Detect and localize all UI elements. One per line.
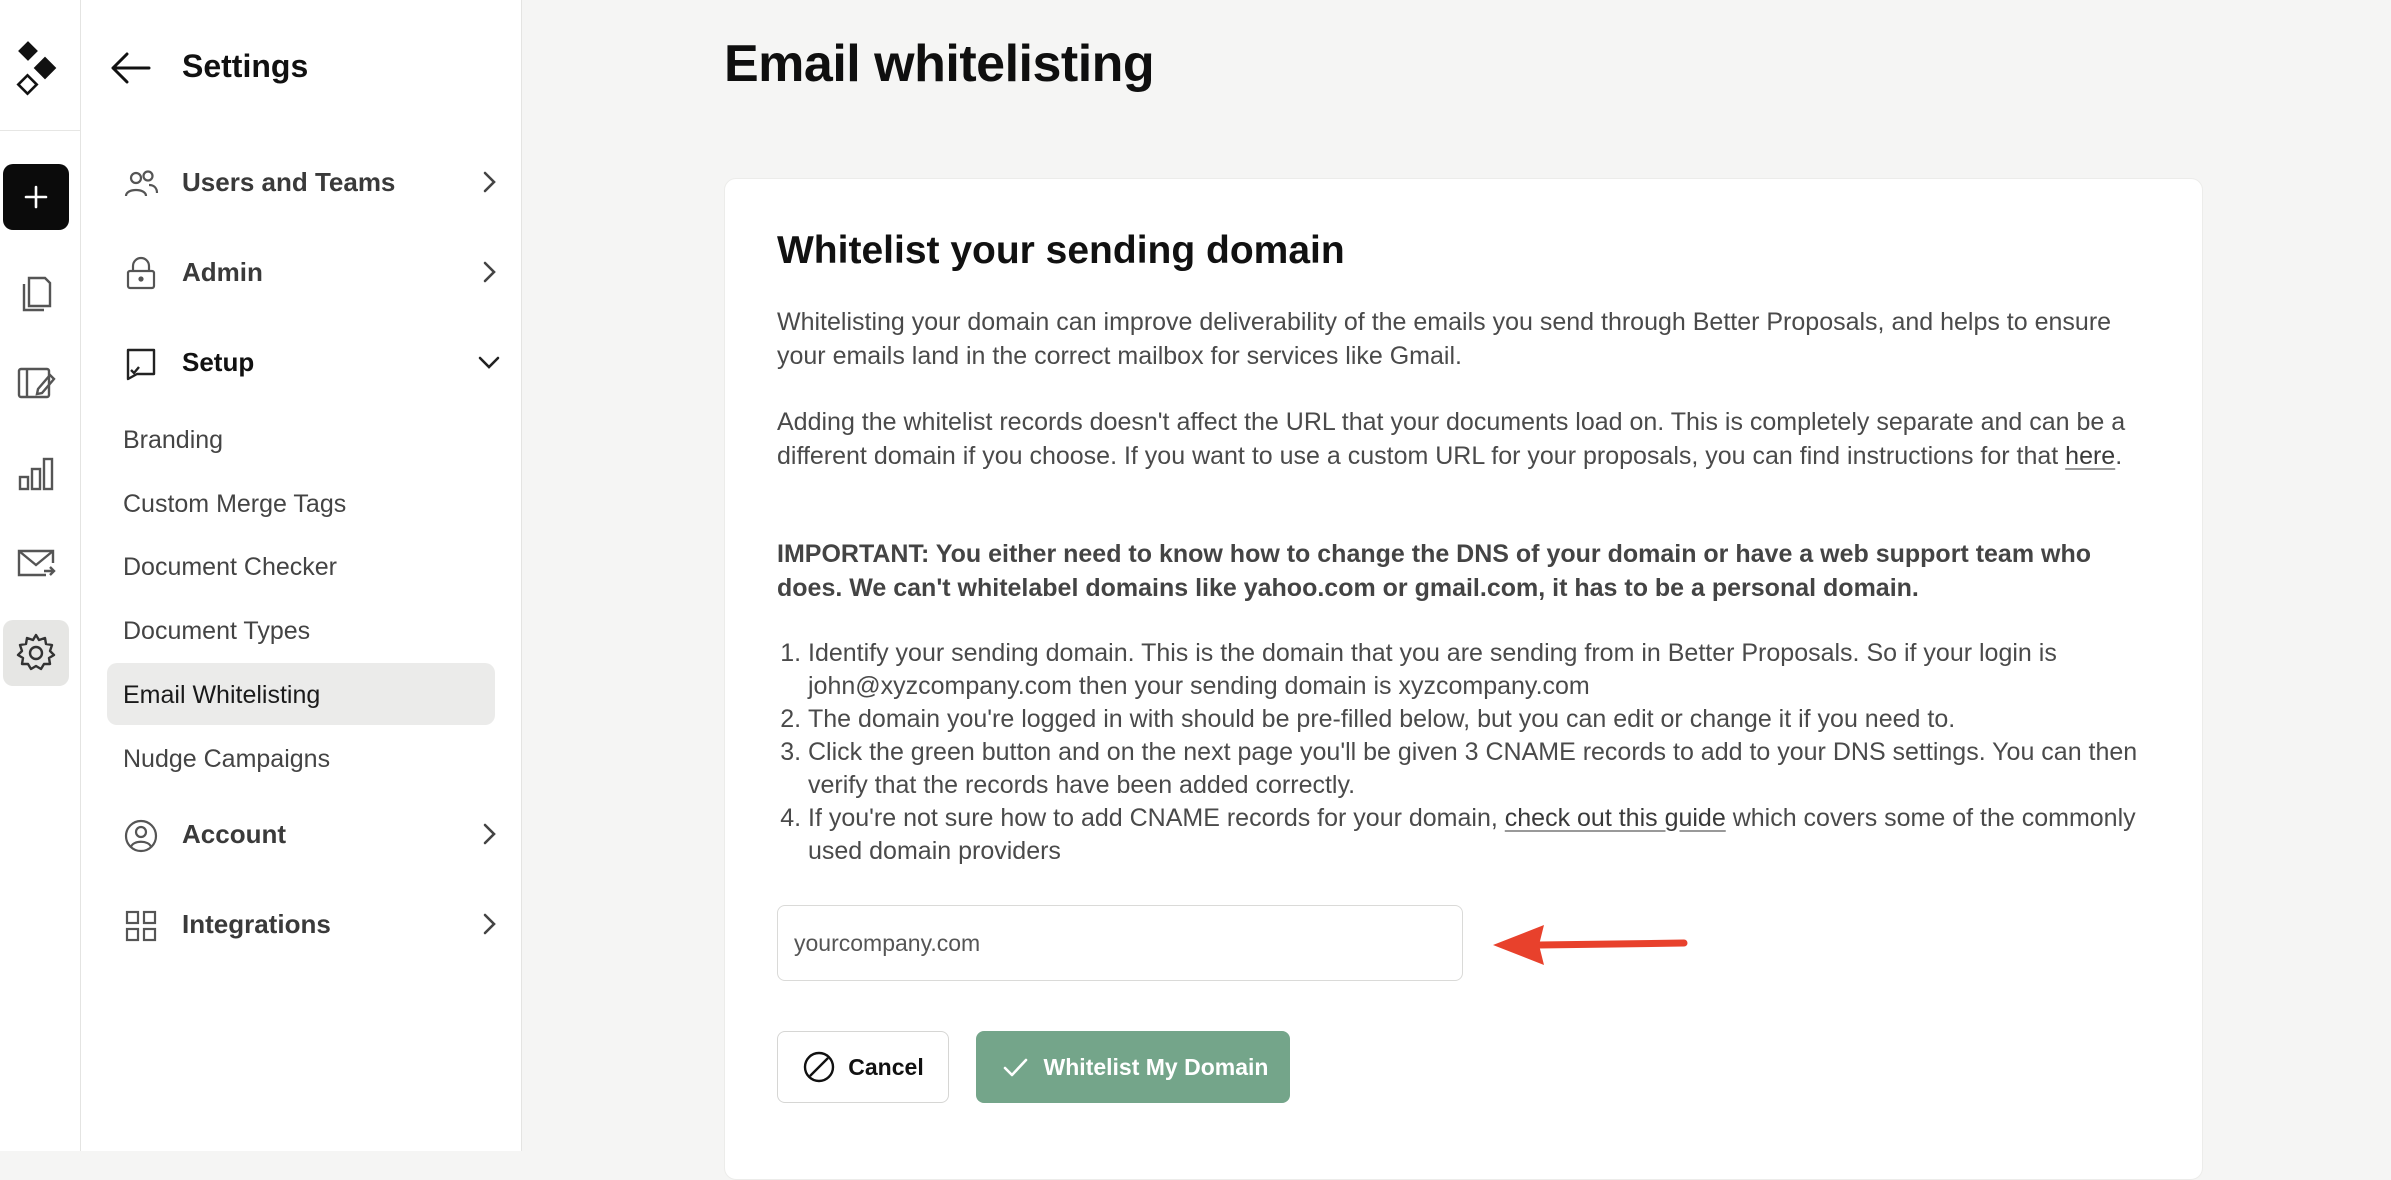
templates-icon [17,367,56,399]
chevron-right-icon [483,261,496,283]
subitem-label: Nudge Campaigns [123,745,331,773]
users-icon [124,170,159,197]
subitem-label: Branding [123,426,224,454]
list-item: If you're not sure how to add CNAME reco… [808,802,2188,868]
subitem-label: Document Checker [123,553,337,581]
nav-item-account[interactable]: Account [81,804,521,864]
sidebar-subitem-document-checker[interactable]: Document Checker [107,535,495,597]
intro-paragraph: Whitelisting your domain can improve del… [777,308,2112,370]
nav-item-label: Account [182,819,286,849]
sidebar-subitem-nudge-campaigns[interactable]: Nudge Campaigns [107,727,495,789]
list-item: Identify your sending domain. This is th… [808,637,2188,703]
annotation-arrow-icon [1493,925,1688,965]
guide-link[interactable]: check out this guide [1505,804,1726,832]
documents-icon [22,276,52,312]
nav-item-label: Integrations [182,909,331,939]
subitem-label: Document Types [123,617,311,645]
rail-mail[interactable] [14,542,58,586]
lock-icon [126,256,156,290]
whitelist-domain-label: Whitelist My Domain [1043,1053,1269,1080]
back-arrow-icon[interactable] [109,50,151,86]
nav-item-label: Admin [182,257,263,287]
whitelist-card: Whitelist your sending domain Whitelisti… [724,178,2203,1180]
cancel-label: Cancel [848,1053,924,1080]
step4-text: If you're not sure how to add CNAME reco… [808,804,1505,832]
cancel-circle-icon [804,1051,835,1083]
sidebar-subitem-document-types[interactable]: Document Types [107,599,495,661]
sidebar-subitem-branding[interactable]: Branding [107,408,495,470]
subitem-label: Custom Merge Tags [123,490,347,518]
chevron-right-icon [483,171,496,193]
important-notice: IMPORTANT: You either need to know how t… [777,540,2091,602]
nav-item-setup[interactable]: Setup [81,332,521,392]
check-icon [1003,1058,1027,1077]
app-rail [0,0,81,1151]
list-item: Click the green button and on the next p… [808,736,2188,802]
chevron-down-icon [478,356,500,369]
rail-settings[interactable] [3,620,69,686]
setup-icon [126,348,156,381]
account-icon [124,819,158,853]
url-note-text: Adding the whitelist records doesn't aff… [777,408,2126,470]
sidebar-title: Settings [182,48,309,84]
whitelist-domain-button[interactable]: Whitelist My Domain [976,1031,1290,1103]
settings-gear-icon [16,633,56,671]
logo-icon[interactable] [14,38,66,102]
rail-reports[interactable] [14,452,58,496]
nav-item-label: Users and Teams [182,167,396,197]
card-heading: Whitelist your sending domain [777,229,1345,272]
plus-icon [24,185,48,209]
steps-list: Identify your sending domain. This is th… [777,637,2188,868]
create-button[interactable] [3,164,69,230]
url-note-end: . [2115,442,2123,470]
reports-icon [18,457,54,491]
list-item: The domain you're logged in with should … [808,703,2188,736]
here-link[interactable]: here [2065,442,2115,470]
chevron-right-icon [483,823,496,845]
nav-item-admin[interactable]: Admin [81,242,521,302]
rail-divider [0,130,80,131]
sidebar-subitem-custom-merge-tags[interactable]: Custom Merge Tags [107,472,495,534]
chevron-right-icon [483,913,496,935]
domain-input[interactable] [777,905,1463,981]
mail-icon [17,549,56,577]
nav-item-integrations[interactable]: Integrations [81,894,521,954]
nav-item-label: Setup [182,347,255,377]
cancel-button[interactable]: Cancel [777,1031,949,1103]
grid-icon [125,910,157,942]
settings-sidebar: Settings Users and Teams Admin Setup Bra… [81,0,522,1151]
subitem-label: Email Whitelisting [123,681,321,709]
rail-documents[interactable] [14,272,58,316]
nav-item-users-and-teams[interactable]: Users and Teams [81,152,521,212]
rail-templates[interactable] [14,362,58,406]
page-title: Email whitelisting [724,35,1155,93]
url-note-paragraph: Adding the whitelist records doesn't aff… [777,405,2157,473]
sidebar-subitem-email-whitelisting[interactable]: Email Whitelisting [107,663,495,725]
